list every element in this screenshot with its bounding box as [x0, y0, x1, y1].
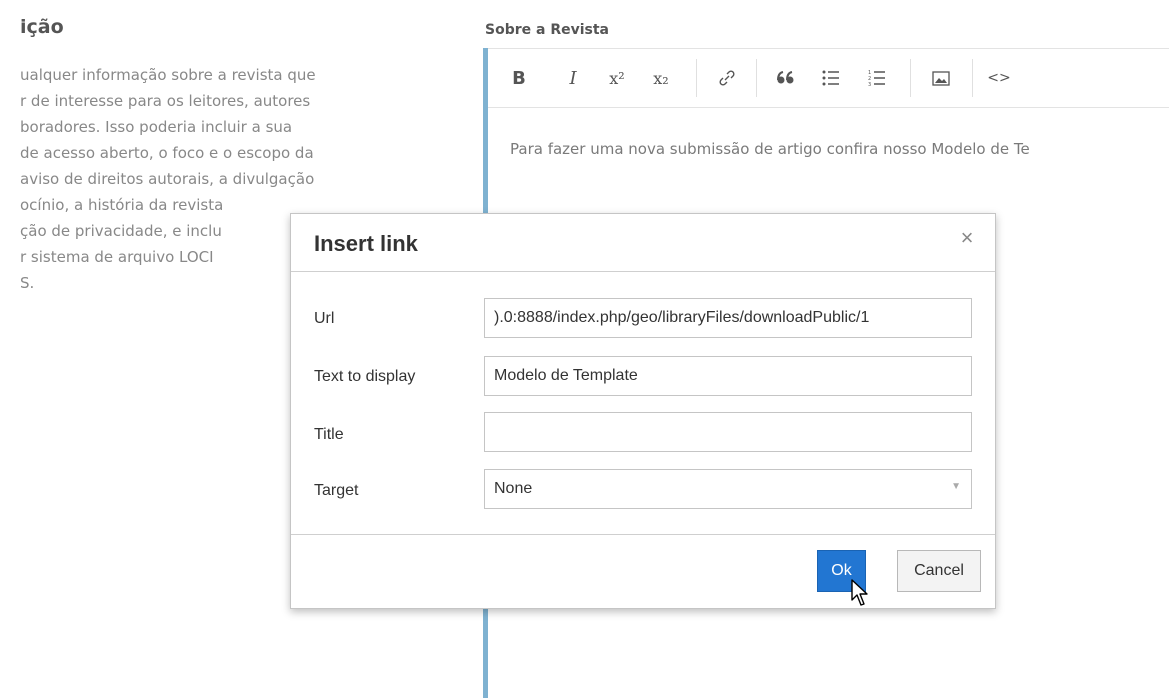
cancel-button[interactable]: Cancel: [897, 550, 981, 592]
description-line: boradores. Isso poderia incluir a sua: [20, 118, 293, 136]
description-line: de acesso aberto, o foco e o escopo da: [20, 144, 314, 162]
text-to-display-field[interactable]: Modelo de Template: [484, 356, 972, 396]
image-icon[interactable]: [924, 49, 958, 107]
toolbar-separator: [910, 59, 911, 97]
bullet-list-icon[interactable]: [814, 49, 848, 107]
target-select[interactable]: None ▼: [484, 469, 972, 509]
toolbar-separator: [972, 59, 973, 97]
toolbar-separator: [696, 59, 697, 97]
link-icon[interactable]: [710, 49, 744, 107]
mouse-cursor-icon: [851, 579, 868, 606]
superscript-button[interactable]: x²: [600, 49, 634, 107]
editor-content[interactable]: Para fazer uma nova submissão de artigo …: [510, 140, 1030, 158]
editor-toolbar: B I x² x₂ 123 <>: [488, 48, 1169, 108]
blockquote-icon[interactable]: [769, 49, 803, 107]
dialog-footer: Ok Cancel: [291, 534, 995, 609]
toolbar-separator: [756, 59, 757, 97]
svg-text:3: 3: [868, 82, 871, 87]
italic-button[interactable]: I: [558, 49, 588, 107]
url-field[interactable]: ).0:8888/index.php/geo/libraryFiles/down…: [484, 298, 972, 338]
text-to-display-label: Text to display: [314, 368, 416, 385]
source-code-button[interactable]: <>: [982, 49, 1016, 107]
description-line: r de interesse para os leitores, autores: [20, 92, 311, 110]
close-icon[interactable]: ×: [955, 225, 979, 250]
title-field[interactable]: [484, 412, 972, 452]
description-line: ualquer informação sobre a revista que: [20, 66, 316, 84]
insert-link-dialog: Insert link × Url ).0:8888/index.php/geo…: [290, 213, 996, 609]
target-selected-value: None: [494, 480, 533, 497]
target-label: Target: [314, 482, 359, 499]
dialog-title: Insert link: [314, 231, 418, 256]
url-label: Url: [314, 310, 335, 327]
chevron-down-icon: ▼: [951, 481, 961, 492]
numbered-list-icon[interactable]: 123: [860, 49, 894, 107]
title-label: Title: [314, 426, 344, 443]
section-title: ição: [20, 16, 64, 38]
editor-label: Sobre a Revista: [485, 22, 609, 38]
subscript-button[interactable]: x₂: [644, 49, 678, 107]
bold-button[interactable]: B: [504, 49, 534, 107]
description-line: aviso de direitos autorais, a divulgação: [20, 170, 315, 188]
dialog-header: Insert link ×: [291, 214, 995, 272]
url-value: ).0:8888/index.php/geo/libraryFiles/down…: [494, 309, 870, 326]
